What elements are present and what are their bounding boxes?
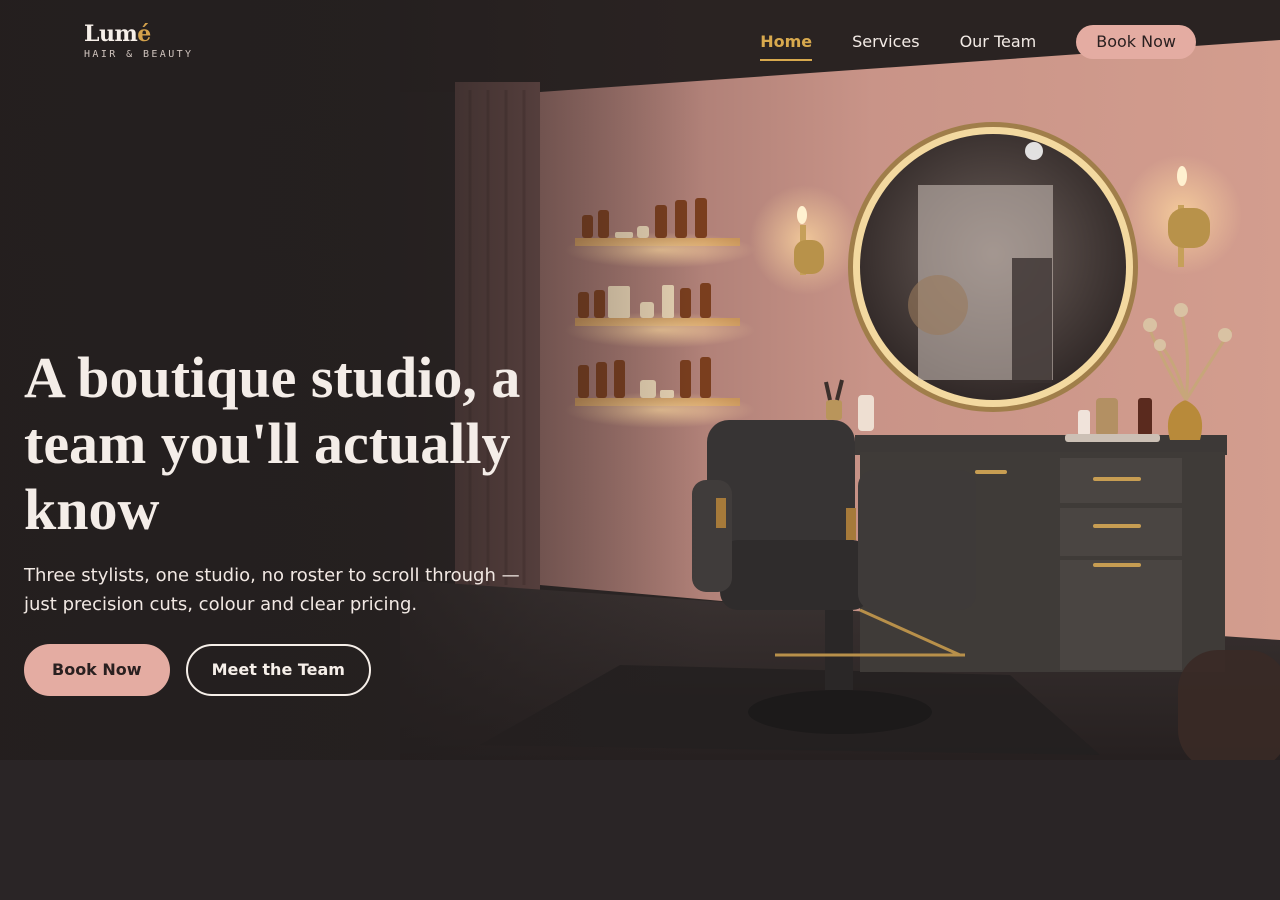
nav-our-team[interactable]: Our Team (960, 25, 1037, 59)
brand-name-main: Lum (84, 21, 138, 47)
brand-tagline: HAIR & BEAUTY (84, 49, 194, 60)
hero-subtext: Three stylists, one studio, no roster to… (24, 565, 520, 615)
brand-name: Lumé (84, 20, 193, 48)
book-now-button[interactable]: Book Now (24, 644, 170, 696)
brand-logo[interactable]: Lumé HAIR & BEAUTY (84, 20, 193, 60)
below-hero-section (0, 760, 1280, 900)
nav-services[interactable]: Services (852, 25, 919, 59)
nav-home[interactable]: Home (760, 25, 812, 61)
hero-actions: Book Now Meet the Team (24, 644, 371, 696)
meet-the-team-button[interactable]: Meet the Team (185, 644, 371, 696)
hero-headline: A boutique studio, a team you'll actuall… (24, 345, 521, 542)
nav-book-now-button[interactable]: Book Now (1076, 25, 1196, 59)
brand-name-accent: é (137, 21, 151, 47)
main-nav: Home Services Our Team Book Now (760, 25, 1196, 61)
